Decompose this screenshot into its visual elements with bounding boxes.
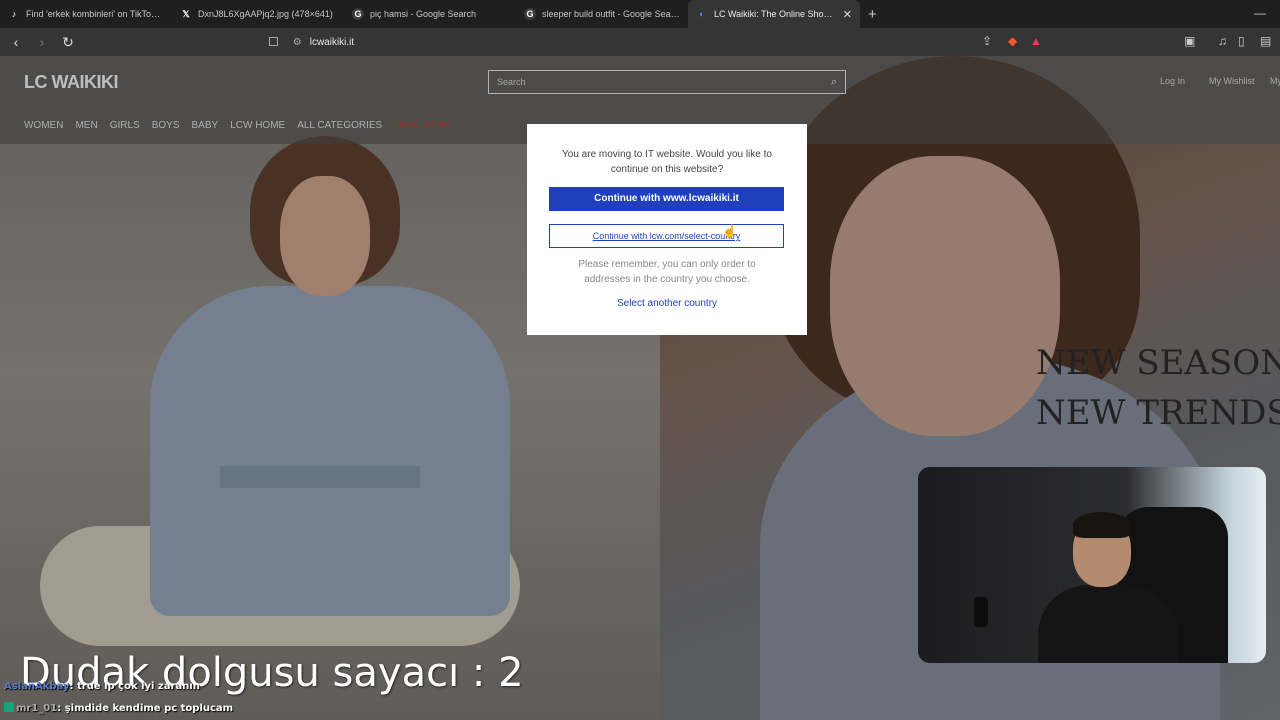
tab-search-icon[interactable]: ▣ xyxy=(1184,34,1195,48)
minimize-icon[interactable]: — xyxy=(1254,6,1266,20)
chat-badge-icon xyxy=(4,702,14,712)
forward-button[interactable]: › xyxy=(32,34,52,50)
tab-title: sleeper build outfit - Google Search xyxy=(542,9,680,19)
tab-strip: ♪ Find 'erkek kombinleri' on TikTok | Ti… xyxy=(0,0,1280,28)
country-redirect-modal: You are moving to IT website. Would you … xyxy=(527,124,807,335)
streamer-body xyxy=(1038,585,1178,663)
stream-counter: Dudak dolgusu sayacı : 2 xyxy=(20,650,524,696)
wallet-icon[interactable]: ▤ xyxy=(1260,34,1271,48)
brave-rewards-icon[interactable]: ▲ xyxy=(1030,34,1042,48)
google-icon: G xyxy=(524,8,536,20)
back-button[interactable]: ‹ xyxy=(6,34,26,50)
tiktok-icon: ♪ xyxy=(11,9,17,19)
modal-message: You are moving to IT website. Would you … xyxy=(562,149,772,175)
chat-message: mr1_01: şimdide kendime pc toplucam xyxy=(4,702,233,714)
tab-title: Find 'erkek kombinleri' on TikTok | Ti xyxy=(26,9,164,19)
mouse-cursor-icon: ☝ xyxy=(722,224,737,238)
new-tab-button[interactable]: + xyxy=(868,6,877,23)
tab-google-2[interactable]: G sleeper build outfit - Google Search xyxy=(516,0,688,28)
site-info-icon[interactable]: ⚙ xyxy=(293,37,302,48)
streamer-hair xyxy=(1073,512,1131,538)
tab-tiktok[interactable]: ♪ Find 'erkek kombinleri' on TikTok | Ti xyxy=(0,0,172,28)
select-another-country-link[interactable]: Select another country xyxy=(527,298,807,309)
media-icon[interactable]: ♫ xyxy=(1218,34,1227,48)
share-icon[interactable]: ⇪ xyxy=(982,34,992,48)
google-icon: G xyxy=(352,8,364,20)
sidebar-icon[interactable]: ▯ xyxy=(1238,34,1245,48)
continue-local-button[interactable]: Continue with www.lcwaikiki.it xyxy=(549,187,784,211)
tab-image[interactable]: 𝕏 DxnJ8L6XgAAPjq2.jpg (478×641) xyxy=(172,0,344,28)
tab-title: DxnJ8L6XgAAPjq2.jpg (478×641) xyxy=(198,9,333,19)
microphone xyxy=(974,597,988,627)
modal-note: Please remember, you can only order to a… xyxy=(578,259,756,285)
webcam-overlay xyxy=(918,467,1266,663)
lcw-icon: ◐ xyxy=(699,9,705,19)
tab-title: LC Waikiki: The Online Shopping xyxy=(714,9,837,19)
chat-text: : true ıp çok iyi zaranın xyxy=(69,681,200,692)
chat-message: AslanAkbay: true ıp çok iyi zaranın xyxy=(4,681,200,692)
reload-button[interactable]: ↻ xyxy=(58,34,78,51)
bookmark-icon[interactable]: ☐ xyxy=(268,35,279,49)
continue-select-country-button[interactable]: Continue with lcw.com/select-country xyxy=(549,224,784,248)
tab-title: piç hamsi - Google Search xyxy=(370,9,477,19)
brave-shield-icon[interactable]: ◆ xyxy=(1008,34,1017,48)
tab-google-1[interactable]: G piç hamsi - Google Search xyxy=(344,0,516,28)
address-bar[interactable]: ☐ ⚙ lcwaikiki.it xyxy=(268,32,1058,52)
close-tab-icon[interactable]: ✕ xyxy=(843,8,852,21)
browser-toolbar: ‹ › ↻ ☐ ⚙ lcwaikiki.it ⇪ ◆ ▲ ▣ ♫ ▯ ▤ xyxy=(0,28,1280,56)
x-icon: 𝕏 xyxy=(182,8,190,19)
chat-username: mr1_01 xyxy=(16,703,58,714)
url-text[interactable]: lcwaikiki.it xyxy=(310,37,354,48)
chat-text: : şimdide kendime pc toplucam xyxy=(57,703,234,714)
chat-username: AslanAkbay xyxy=(4,681,70,692)
tab-lcwaikiki[interactable]: ◐ LC Waikiki: The Online Shopping ✕ xyxy=(688,0,860,28)
